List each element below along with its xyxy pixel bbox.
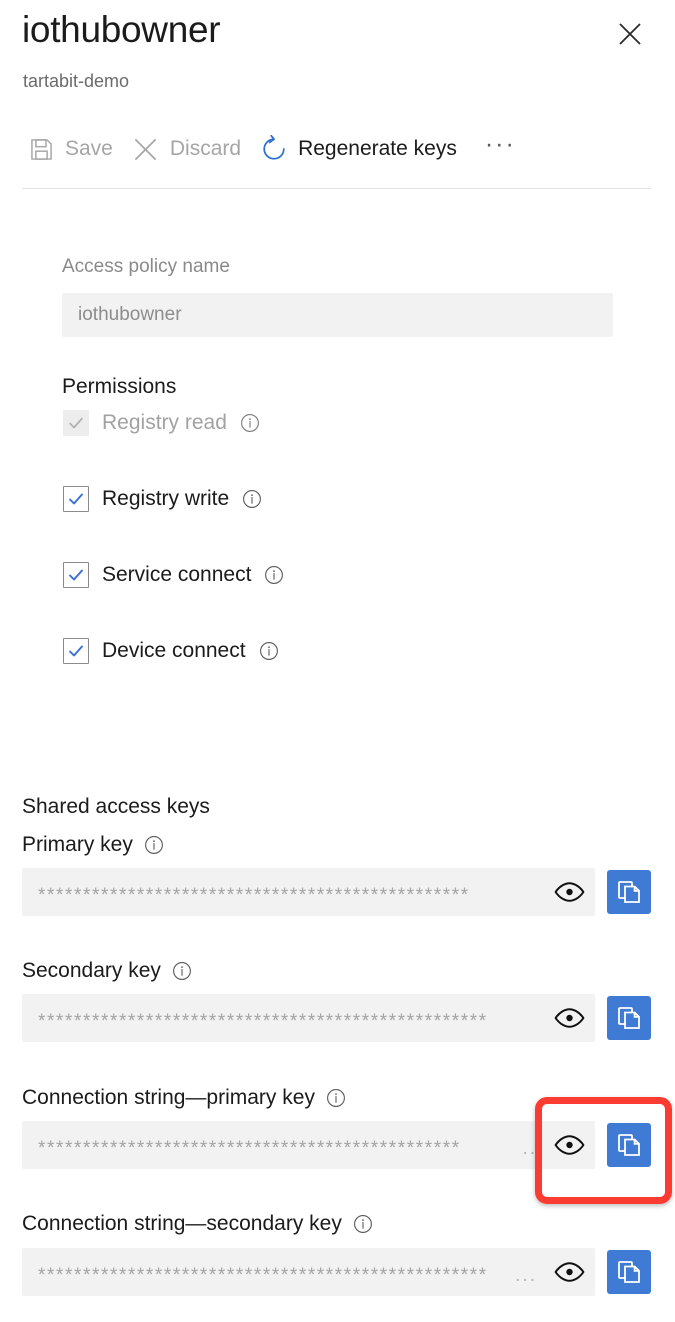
masked-value: ****************************************… <box>38 1265 488 1285</box>
permission-label: Device connect <box>102 639 246 662</box>
copy-connection-string-secondary-button[interactable] <box>607 1250 651 1294</box>
key-label: Secondary key <box>22 959 161 982</box>
masked-value: ****************************************… <box>38 1011 488 1031</box>
more-commands-button[interactable]: ··· <box>475 132 526 159</box>
permission-registry-write[interactable]: Registry write <box>63 486 262 512</box>
show-connection-string-primary-button[interactable] <box>543 1121 595 1169</box>
save-button[interactable]: Save <box>22 130 127 168</box>
truncation-ellipsis: .. <box>522 1138 537 1159</box>
regenerate-keys-label: Regenerate keys <box>298 137 457 160</box>
refresh-icon <box>259 134 289 164</box>
connection-string-secondary-label-row: Connection string—secondary key <box>22 1212 373 1236</box>
connection-string-secondary-field[interactable]: ****************************************… <box>22 1248 595 1296</box>
connection-string-secondary-row: ****************************************… <box>22 1248 651 1296</box>
command-bar: Save Discard Regenerate keys ··· <box>22 130 526 168</box>
regenerate-keys-button[interactable]: Regenerate keys <box>255 130 471 168</box>
header-divider <box>22 188 651 189</box>
secondary-key-field[interactable]: ****************************************… <box>22 994 595 1042</box>
key-label: Connection string—secondary key <box>22 1212 342 1235</box>
primary-key-field[interactable]: ****************************************… <box>22 868 595 916</box>
info-icon[interactable] <box>242 489 262 509</box>
truncation-ellipsis: ... <box>515 1265 537 1286</box>
page-title: iothubowner <box>22 9 221 50</box>
discard-button[interactable]: Discard <box>127 130 255 168</box>
permissions-heading: Permissions <box>62 375 177 398</box>
policy-name-input[interactable] <box>62 293 613 337</box>
discard-icon <box>131 134 161 164</box>
connection-string-primary-field[interactable]: ****************************************… <box>22 1121 595 1169</box>
masked-value: ****************************************… <box>38 1138 461 1158</box>
secondary-key-label-row: Secondary key <box>22 959 192 983</box>
primary-key-row: ****************************************… <box>22 868 651 916</box>
masked-value: ****************************************… <box>38 885 470 905</box>
checkbox-registry-write[interactable] <box>63 486 89 512</box>
checkbox-device-connect[interactable] <box>63 638 89 664</box>
access-policy-panel: iothubowner tartabit-demo Save Discard R… <box>0 0 675 1322</box>
info-icon[interactable] <box>326 1088 346 1108</box>
info-icon[interactable] <box>264 565 284 585</box>
close-button[interactable] <box>609 14 651 56</box>
policy-name-label: Access policy name <box>62 256 230 277</box>
permission-label: Service connect <box>102 563 252 586</box>
show-primary-key-button[interactable] <box>543 868 595 916</box>
save-label: Save <box>65 137 113 160</box>
connection-string-primary-row: ****************************************… <box>22 1121 651 1169</box>
copy-secondary-key-button[interactable] <box>607 996 651 1040</box>
checkbox-registry-read <box>63 410 89 436</box>
show-connection-string-secondary-button[interactable] <box>543 1248 595 1296</box>
info-icon[interactable] <box>353 1214 373 1234</box>
permission-label: Registry write <box>102 487 230 510</box>
permission-service-connect[interactable]: Service connect <box>63 562 284 588</box>
key-label: Primary key <box>22 833 133 856</box>
copy-primary-key-button[interactable] <box>607 870 651 914</box>
show-secondary-key-button[interactable] <box>543 994 595 1042</box>
info-icon[interactable] <box>259 641 279 661</box>
close-icon <box>617 21 643 50</box>
checkbox-service-connect[interactable] <box>63 562 89 588</box>
permission-label: Registry read <box>102 411 227 434</box>
save-icon <box>26 134 56 164</box>
info-icon[interactable] <box>240 413 260 433</box>
key-label: Connection string—primary key <box>22 1086 315 1109</box>
discard-label: Discard <box>169 137 242 160</box>
copy-connection-string-primary-button[interactable] <box>607 1123 651 1167</box>
primary-key-label-row: Primary key <box>22 833 164 857</box>
shared-access-keys-heading: Shared access keys <box>22 795 210 818</box>
info-icon[interactable] <box>144 835 164 855</box>
info-icon[interactable] <box>172 961 192 981</box>
page-subtitle: tartabit-demo <box>23 71 130 91</box>
secondary-key-row: ****************************************… <box>22 994 651 1042</box>
permission-registry-read: Registry read <box>63 410 260 436</box>
permission-device-connect[interactable]: Device connect <box>63 638 279 664</box>
connection-string-primary-label-row: Connection string—primary key <box>22 1086 346 1110</box>
